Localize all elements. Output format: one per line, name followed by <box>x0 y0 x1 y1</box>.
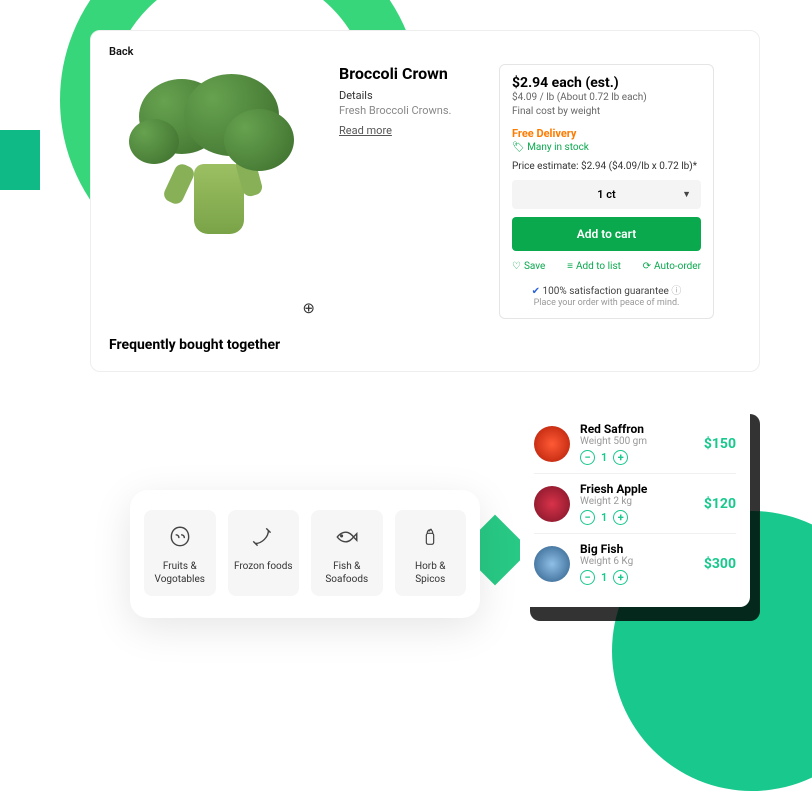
category-card: Fruits & Vogotables Frozon foods Fish & … <box>130 490 480 618</box>
price: $2.94 each (est.) <box>512 75 701 91</box>
product-image: ⊕ <box>109 64 319 319</box>
product-title: Broccoli Crown <box>339 64 479 83</box>
cart-item: Red Saffron Weight 500 gm − 1 + $150 <box>534 414 736 473</box>
chevron-down-icon: ▼ <box>682 189 691 200</box>
details-text: Fresh Broccoli Crowns. <box>339 104 479 117</box>
salt-shaker-icon <box>401 522 461 552</box>
qty-minus-button[interactable]: − <box>580 510 595 525</box>
add-to-cart-button[interactable]: Add to cart <box>512 217 701 251</box>
frequently-bought-heading: Frequently bought together <box>109 337 741 353</box>
cart-card: Red Saffron Weight 500 gm − 1 + $150 Fri… <box>520 400 750 607</box>
category-fish[interactable]: Fish & Soafoods <box>311 510 383 596</box>
cart-item-image <box>534 426 570 462</box>
category-fruits-veg[interactable]: Fruits & Vogotables <box>144 510 216 596</box>
quantity-label: 1 ct <box>597 188 615 201</box>
cart-item-image <box>534 486 570 522</box>
final-cost-note: Final cost by weight <box>512 105 701 119</box>
cart-item-name: Friesh Apple <box>580 482 694 496</box>
cart-item-price: $120 <box>704 496 736 512</box>
unit-price: $4.09 / lb (About 0.72 lb each) <box>512 91 701 105</box>
free-delivery-badge: Free Delivery <box>512 127 701 140</box>
auto-order-button[interactable]: ⟳ Auto-order <box>643 261 701 272</box>
cart-item-weight: Weight 6 Kg <box>580 556 694 567</box>
back-button[interactable]: Back <box>109 45 741 58</box>
fish-icon <box>317 522 377 552</box>
qty-minus-button[interactable]: − <box>580 570 595 585</box>
guarantee: ✔ 100% satisfaction guarantee ⓘ Place yo… <box>512 282 701 308</box>
cart-item-image <box>534 546 570 582</box>
sausage-icon <box>234 522 294 552</box>
stock-status: 🏷 Many in stock <box>512 142 701 153</box>
qty-plus-button[interactable]: + <box>613 570 628 585</box>
cart-item-weight: Weight 2 kg <box>580 496 694 507</box>
category-label: Horb & Spicos <box>415 561 446 585</box>
zoom-icon[interactable]: ⊕ <box>302 299 315 317</box>
category-frozen[interactable]: Frozon foods <box>228 510 300 596</box>
add-to-list-button[interactable]: ≡ Add to list <box>567 261 621 272</box>
category-label: Fruits & Vogotables <box>155 561 205 585</box>
leaf-icon <box>150 522 210 552</box>
cart-item-price: $150 <box>704 436 736 452</box>
cart-item-weight: Weight 500 gm <box>580 436 694 447</box>
cart-item: Friesh Apple Weight 2 kg − 1 + $120 <box>534 473 736 533</box>
buy-box: $2.94 each (est.) $4.09 / lb (About 0.72… <box>499 64 714 319</box>
qty-value: 1 <box>601 451 607 464</box>
category-herbs[interactable]: Horb & Spicos <box>395 510 467 596</box>
product-detail-card: Back ⊕ Broccoli Crown Details Fresh Broc… <box>90 30 760 372</box>
cart-item-name: Red Saffron <box>580 422 694 436</box>
cart-item: Big Fish Weight 6 Kg − 1 + $300 <box>534 533 736 593</box>
qty-plus-button[interactable]: + <box>613 510 628 525</box>
qty-minus-button[interactable]: − <box>580 450 595 465</box>
qty-value: 1 <box>601 571 607 584</box>
cart-item-price: $300 <box>704 556 736 572</box>
read-more-link[interactable]: Read more <box>339 124 392 137</box>
qty-plus-button[interactable]: + <box>613 450 628 465</box>
qty-value: 1 <box>601 511 607 524</box>
price-estimate: Price estimate: $2.94 ($4.09/lb x 0.72 l… <box>512 161 701 172</box>
category-label: Fish & Soafoods <box>325 561 368 585</box>
save-button[interactable]: ♡ Save <box>512 261 545 272</box>
details-heading: Details <box>339 89 479 102</box>
cart-item-name: Big Fish <box>580 542 694 556</box>
category-label: Frozon foods <box>234 561 293 572</box>
quantity-select[interactable]: 1 ct ▼ <box>512 180 701 209</box>
